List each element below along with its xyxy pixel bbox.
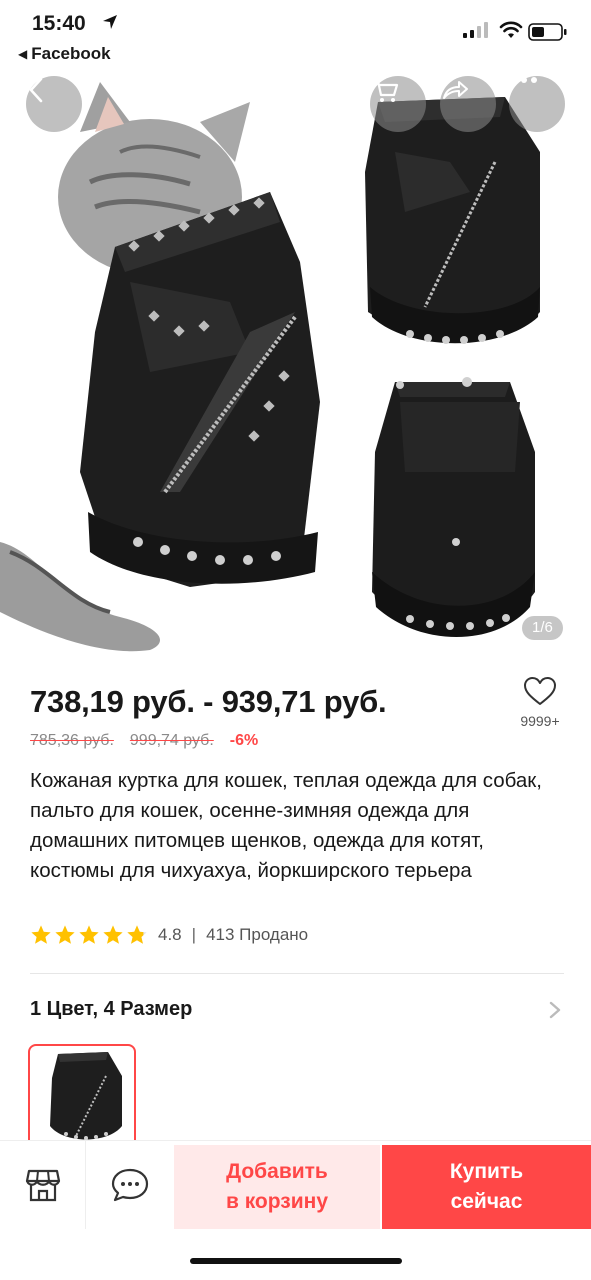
cellular-signal-icon [463, 22, 488, 38]
old-price-low: 785,36 руб. [30, 732, 114, 749]
old-prices: 785,36 руб. 999,74 руб. -6% [30, 732, 258, 750]
variants-selector[interactable]: 1 Цвет, 4 Размер [30, 998, 192, 1021]
chat-button[interactable] [86, 1141, 174, 1229]
rating-separator: | [191, 925, 197, 944]
shopping-cart-icon [373, 79, 399, 102]
more-dots-icon [511, 77, 537, 83]
location-arrow-icon [103, 15, 117, 29]
add-to-cart-button[interactable]: Добавить в корзину [174, 1145, 380, 1229]
product-image [0, 82, 540, 652]
share-button[interactable] [440, 76, 496, 132]
wishlist-count: 9999+ [520, 713, 560, 729]
back-triangle-icon: ◀ [18, 47, 28, 61]
clock: 15:40 [32, 12, 86, 35]
old-price-high: 999,74 руб. [129, 732, 214, 749]
wishlist-button[interactable]: 9999+ [516, 676, 564, 729]
buy-now-button[interactable]: Купить сейчас [382, 1145, 591, 1229]
add-to-cart-label-line2: в корзину [225, 1190, 329, 1213]
star-icon [55, 925, 75, 944]
heart-icon [524, 677, 556, 705]
star-icon [103, 925, 123, 944]
back-to-app-link[interactable]: ◀ Facebook [18, 44, 111, 64]
back-button[interactable] [26, 76, 82, 132]
chevron-right-icon[interactable] [548, 1000, 562, 1020]
chevron-left-icon [29, 77, 43, 103]
rating-stars [30, 924, 148, 946]
price-range: 738,19 руб. - 939,71 руб. [30, 684, 387, 719]
divider [30, 973, 564, 974]
buy-now-label-line1: Купить [449, 1160, 524, 1183]
sold-count: 413 Продано [206, 925, 309, 944]
rating-row[interactable]: 4.8 | 413 Продано [30, 924, 308, 946]
chat-bubble-icon [111, 1168, 149, 1202]
more-button[interactable] [509, 76, 565, 132]
discount-badge: -6% [229, 732, 259, 749]
add-to-cart-label-line1: Добавить [226, 1160, 328, 1183]
variant-thumbnail-image [50, 1052, 122, 1140]
rating-value: 4.8 [158, 925, 182, 944]
store-button[interactable] [0, 1141, 86, 1229]
product-image-gallery[interactable] [0, 72, 591, 660]
share-arrow-icon [443, 81, 468, 99]
cart-button[interactable] [370, 76, 426, 132]
home-indicator [190, 1258, 402, 1264]
star-icon [79, 925, 99, 944]
star-icon [31, 925, 51, 944]
battery-icon [528, 23, 567, 41]
back-app-label: Facebook [31, 44, 111, 63]
variant-thumbnail[interactable] [28, 1044, 136, 1148]
image-counter: 1/6 [522, 616, 563, 640]
product-title: Кожаная куртка для кошек, теплая одежда … [30, 769, 542, 882]
buy-now-label-line2: сейчас [450, 1190, 523, 1213]
wifi-icon [499, 21, 523, 38]
star-half-icon [127, 925, 147, 944]
status-bar: 15:40 ◀ Facebook [0, 0, 591, 72]
store-icon [25, 1169, 60, 1202]
